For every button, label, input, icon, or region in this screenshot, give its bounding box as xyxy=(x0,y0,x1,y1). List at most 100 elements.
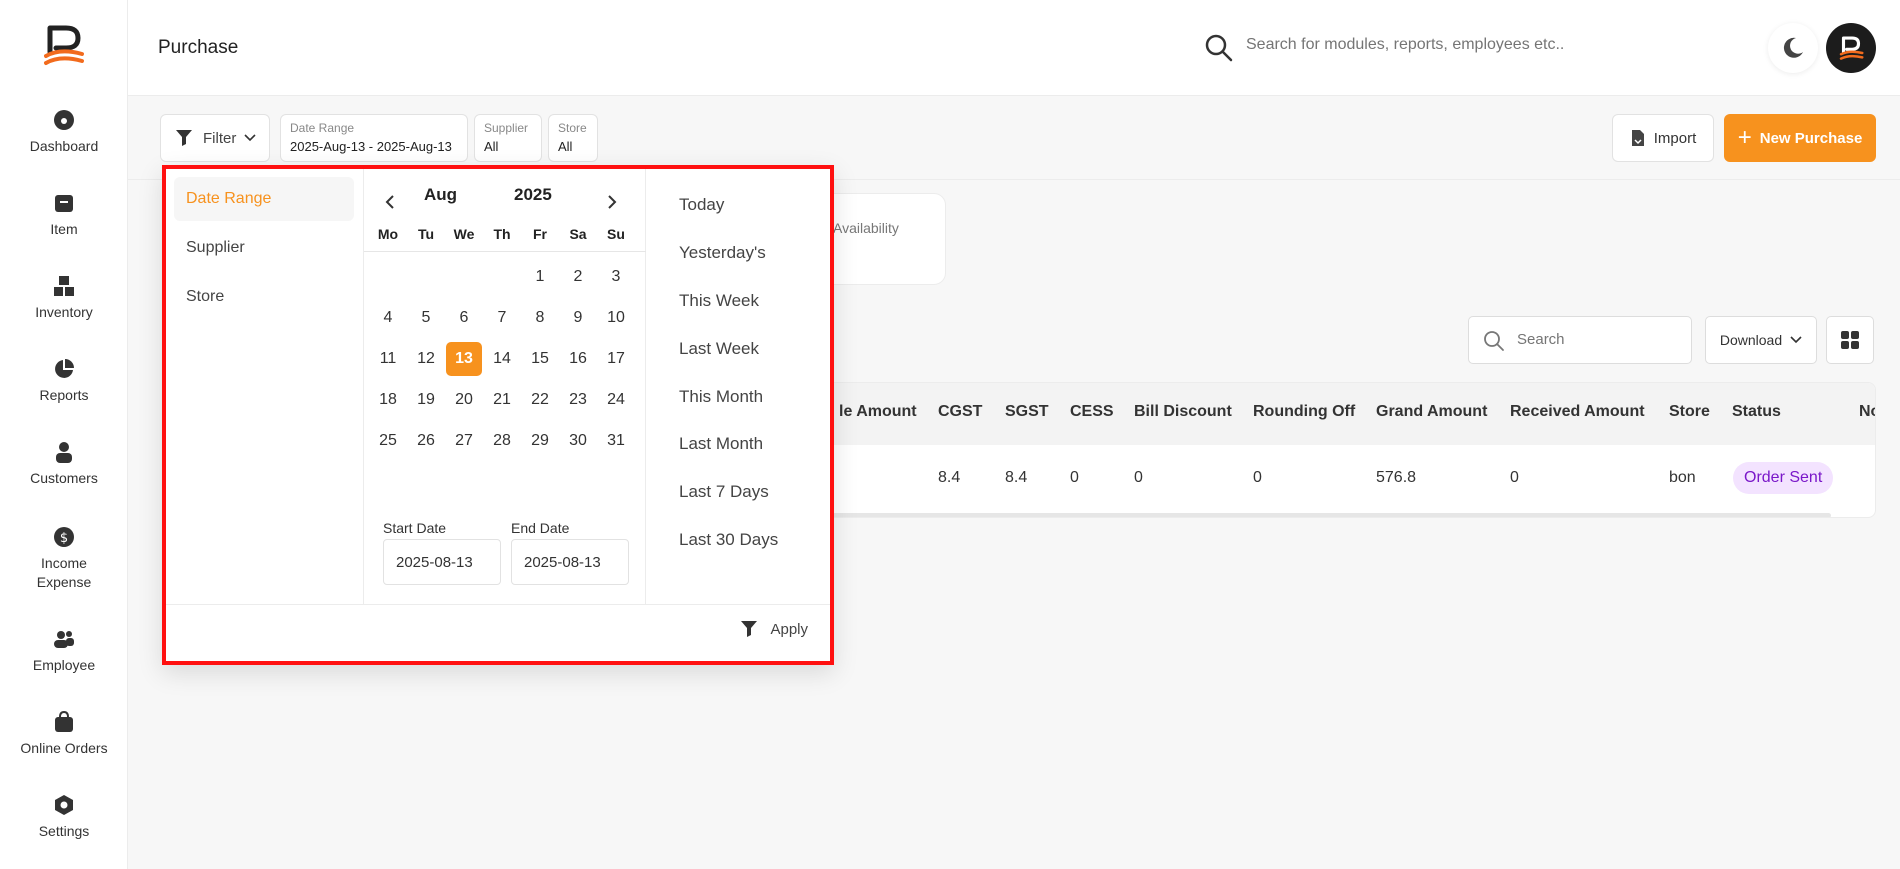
avatar[interactable] xyxy=(1826,23,1876,73)
calendar-day[interactable]: 21 xyxy=(484,383,520,417)
calendar-day[interactable]: 27 xyxy=(446,424,482,458)
sidebar-item-settings[interactable]: Settings xyxy=(0,794,128,841)
filter-option-supplier[interactable]: Supplier xyxy=(174,226,354,270)
calendar-day[interactable]: 4 xyxy=(370,301,406,335)
chevron-left-icon[interactable] xyxy=(384,190,396,214)
new-purchase-button[interactable]: + New Purchase xyxy=(1724,114,1876,162)
calendar-day[interactable]: 6 xyxy=(446,301,482,335)
calendar-day[interactable]: 16 xyxy=(560,342,596,376)
calendar-day[interactable]: 8 xyxy=(522,301,558,335)
table-search-input[interactable] xyxy=(1517,331,1677,348)
filter-option-date-range[interactable]: Date Range xyxy=(174,177,354,221)
calendar-day[interactable]: 7 xyxy=(484,301,520,335)
calendar-day[interactable]: 29 xyxy=(522,424,558,458)
calendar-month[interactable]: Aug xyxy=(424,185,457,205)
calendar-day[interactable]: 23 xyxy=(560,383,596,417)
filter-button[interactable]: Filter xyxy=(160,114,270,162)
top-header: Purchase xyxy=(128,0,1900,96)
calendar-day[interactable]: 24 xyxy=(598,383,634,417)
table-cell: 0 xyxy=(1253,469,1262,486)
calendar-day[interactable]: 2 xyxy=(560,260,596,294)
quick-range-this-week[interactable]: This Week xyxy=(679,291,759,311)
grid-view-button[interactable] xyxy=(1826,316,1874,364)
calendar-day[interactable]: 3 xyxy=(598,260,634,294)
customers-icon xyxy=(56,442,72,463)
quick-range-today[interactable]: Today xyxy=(679,195,724,215)
calendar-day-selected[interactable]: 13 xyxy=(446,342,482,376)
supplier-chip[interactable]: Supplier All xyxy=(474,114,542,162)
sidebar-item-inventory[interactable]: Inventory xyxy=(0,275,128,322)
quick-range-last-month[interactable]: Last Month xyxy=(679,434,763,454)
calendar-day[interactable]: 28 xyxy=(484,424,520,458)
weekday-label: We xyxy=(453,226,475,242)
global-search-input[interactable] xyxy=(1246,36,1586,54)
weekday-label: Su xyxy=(607,226,625,242)
sidebar-item-item[interactable]: Item xyxy=(0,192,128,239)
sidebar-item-employee[interactable]: Employee xyxy=(0,628,128,675)
calendar-day[interactable]: 12 xyxy=(408,342,444,376)
app-logo[interactable] xyxy=(40,22,88,70)
column-header: CESS xyxy=(1070,403,1114,420)
svg-text:$: $ xyxy=(60,531,68,546)
dropdown-footer: Apply xyxy=(166,604,830,661)
quick-range-last-30-days[interactable]: Last 30 Days xyxy=(679,530,778,550)
chip-label: Supplier xyxy=(484,121,529,135)
apply-button[interactable]: Apply xyxy=(740,620,808,638)
store-chip[interactable]: Store All xyxy=(548,114,598,162)
calendar-day[interactable]: 1 xyxy=(522,260,558,294)
calendar-day[interactable]: 26 xyxy=(408,424,444,458)
calendar-day[interactable]: 15 xyxy=(522,342,558,376)
status-badge: Order Sent xyxy=(1733,462,1834,494)
end-date-input[interactable] xyxy=(511,539,629,585)
calendar-day[interactable]: 20 xyxy=(446,383,482,417)
sidebar-item-dashboard[interactable]: Dashboard xyxy=(0,109,128,156)
settings-icon xyxy=(55,795,73,815)
income-expense-icon: $ xyxy=(54,527,74,547)
theme-toggle-button[interactable] xyxy=(1768,23,1818,73)
filter-icon xyxy=(176,130,192,146)
quick-range-last-week[interactable]: Last Week xyxy=(679,339,759,359)
sidebar-item-online-orders[interactable]: Online Orders xyxy=(0,711,128,758)
quick-range-list: Today Yesterday's This Week Last Week Th… xyxy=(646,169,834,604)
download-button[interactable]: Download xyxy=(1705,316,1817,364)
chevron-right-icon[interactable] xyxy=(606,190,618,214)
sidebar-item-reports[interactable]: Reports xyxy=(0,358,128,405)
calendar-day[interactable]: 30 xyxy=(560,424,596,458)
reports-icon xyxy=(55,359,74,378)
sidebar-item-customers[interactable]: Customers xyxy=(0,441,128,488)
filter-options-panel: Date Range Supplier Store xyxy=(166,169,364,604)
calendar-day[interactable]: 10 xyxy=(598,301,634,335)
chevron-down-icon xyxy=(1790,336,1802,344)
table-cell: 0 xyxy=(1070,469,1079,486)
calendar-day[interactable]: 18 xyxy=(370,383,406,417)
column-header: No xyxy=(1859,403,1875,420)
calendar-day[interactable]: 9 xyxy=(560,301,596,335)
inventory-icon xyxy=(54,276,74,296)
sidebar-item-label: Customers xyxy=(30,470,98,486)
calendar-day[interactable]: 17 xyxy=(598,342,634,376)
sidebar-item-label: Income Expense xyxy=(36,555,92,590)
calendar-day[interactable]: 5 xyxy=(408,301,444,335)
sidebar-item-income-expense[interactable]: $ Income Expense xyxy=(0,526,128,592)
search-icon[interactable] xyxy=(1204,33,1234,63)
horizontal-scrollbar[interactable] xyxy=(781,513,1831,517)
calendar-divider xyxy=(364,251,646,252)
date-range-chip[interactable]: Date Range 2025-Aug-13 - 2025-Aug-13 xyxy=(280,114,468,162)
quick-range-yesterday[interactable]: Yesterday's xyxy=(679,243,766,263)
calendar-day[interactable]: 22 xyxy=(522,383,558,417)
column-header: Grand Amount xyxy=(1376,403,1488,420)
calendar-year[interactable]: 2025 xyxy=(514,185,552,205)
calendar-day[interactable]: 19 xyxy=(408,383,444,417)
calendar-day[interactable]: 11 xyxy=(370,342,406,376)
calendar-day[interactable]: 31 xyxy=(598,424,634,458)
calendar-day[interactable]: 25 xyxy=(370,424,406,458)
weekday-label: Tu xyxy=(417,226,435,242)
apply-label: Apply xyxy=(770,620,808,638)
column-header: le Amount xyxy=(839,403,917,420)
import-button[interactable]: Import xyxy=(1612,114,1714,162)
start-date-input[interactable] xyxy=(383,539,501,585)
calendar-day[interactable]: 14 xyxy=(484,342,520,376)
filter-option-store[interactable]: Store xyxy=(174,275,354,319)
quick-range-this-month[interactable]: This Month xyxy=(679,387,763,407)
quick-range-last-7-days[interactable]: Last 7 Days xyxy=(679,482,769,502)
